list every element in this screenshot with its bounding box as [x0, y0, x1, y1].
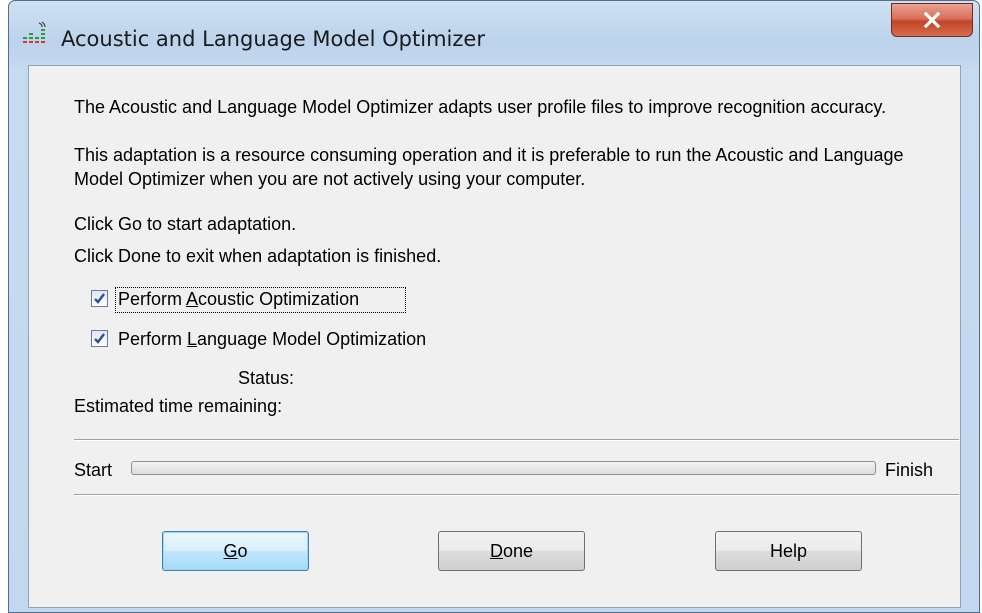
acoustic-optimization-label: Perform Acoustic Optimization	[118, 289, 359, 310]
dialog-window: Acoustic and Language Model Optimizer Th…	[8, 0, 980, 613]
close-button[interactable]	[891, 3, 973, 37]
button-label-part: one	[502, 540, 534, 561]
dialog-content: The Acoustic and Language Model Optimize…	[28, 65, 961, 608]
description-text: The Acoustic and Language Model Optimize…	[74, 97, 887, 117]
progress-finish-label: Finish	[885, 460, 934, 480]
checkmark-icon	[94, 333, 105, 344]
button-label-part: o	[237, 540, 248, 561]
go-button[interactable]: Go	[162, 531, 309, 571]
title-bar[interactable]: Acoustic and Language Model Optimizer	[9, 1, 979, 71]
separator-bottom	[74, 494, 959, 496]
progress-start-label: Start	[74, 460, 113, 480]
language-optimization-label: Perform Language Model Optimization	[118, 329, 426, 350]
help-button[interactable]: Help	[715, 531, 862, 571]
go-instruction: Click Go to start adaptation.	[74, 214, 297, 234]
label-part: Perform	[118, 329, 188, 349]
mnemonic-letter: L	[187, 329, 198, 349]
progress-bar	[131, 461, 876, 475]
done-instruction: Click Done to exit when adaptation is fi…	[74, 246, 442, 266]
mnemonic-letter: D	[489, 540, 503, 561]
label-part: coustic Optimization	[198, 289, 360, 309]
resource-note-text: This adaptation is a resource consuming …	[74, 145, 904, 189]
close-x-icon	[923, 12, 941, 28]
separator-top	[74, 439, 959, 441]
label-part: Perform	[118, 289, 187, 309]
window-title: Acoustic and Language Model Optimizer	[61, 27, 485, 51]
checkbox-box[interactable]	[91, 290, 108, 307]
checkbox-box[interactable]	[91, 330, 108, 347]
done-button[interactable]: Done	[438, 531, 585, 571]
label-part: anguage Model Optimization	[197, 329, 427, 349]
checkmark-icon	[94, 293, 105, 304]
time-remaining-label: Estimated time remaining:	[74, 396, 283, 416]
mnemonic-letter: A	[186, 289, 199, 309]
mnemonic-letter: G	[223, 540, 238, 561]
speech-levels-icon	[23, 21, 46, 43]
status-label: Status:	[238, 368, 295, 388]
